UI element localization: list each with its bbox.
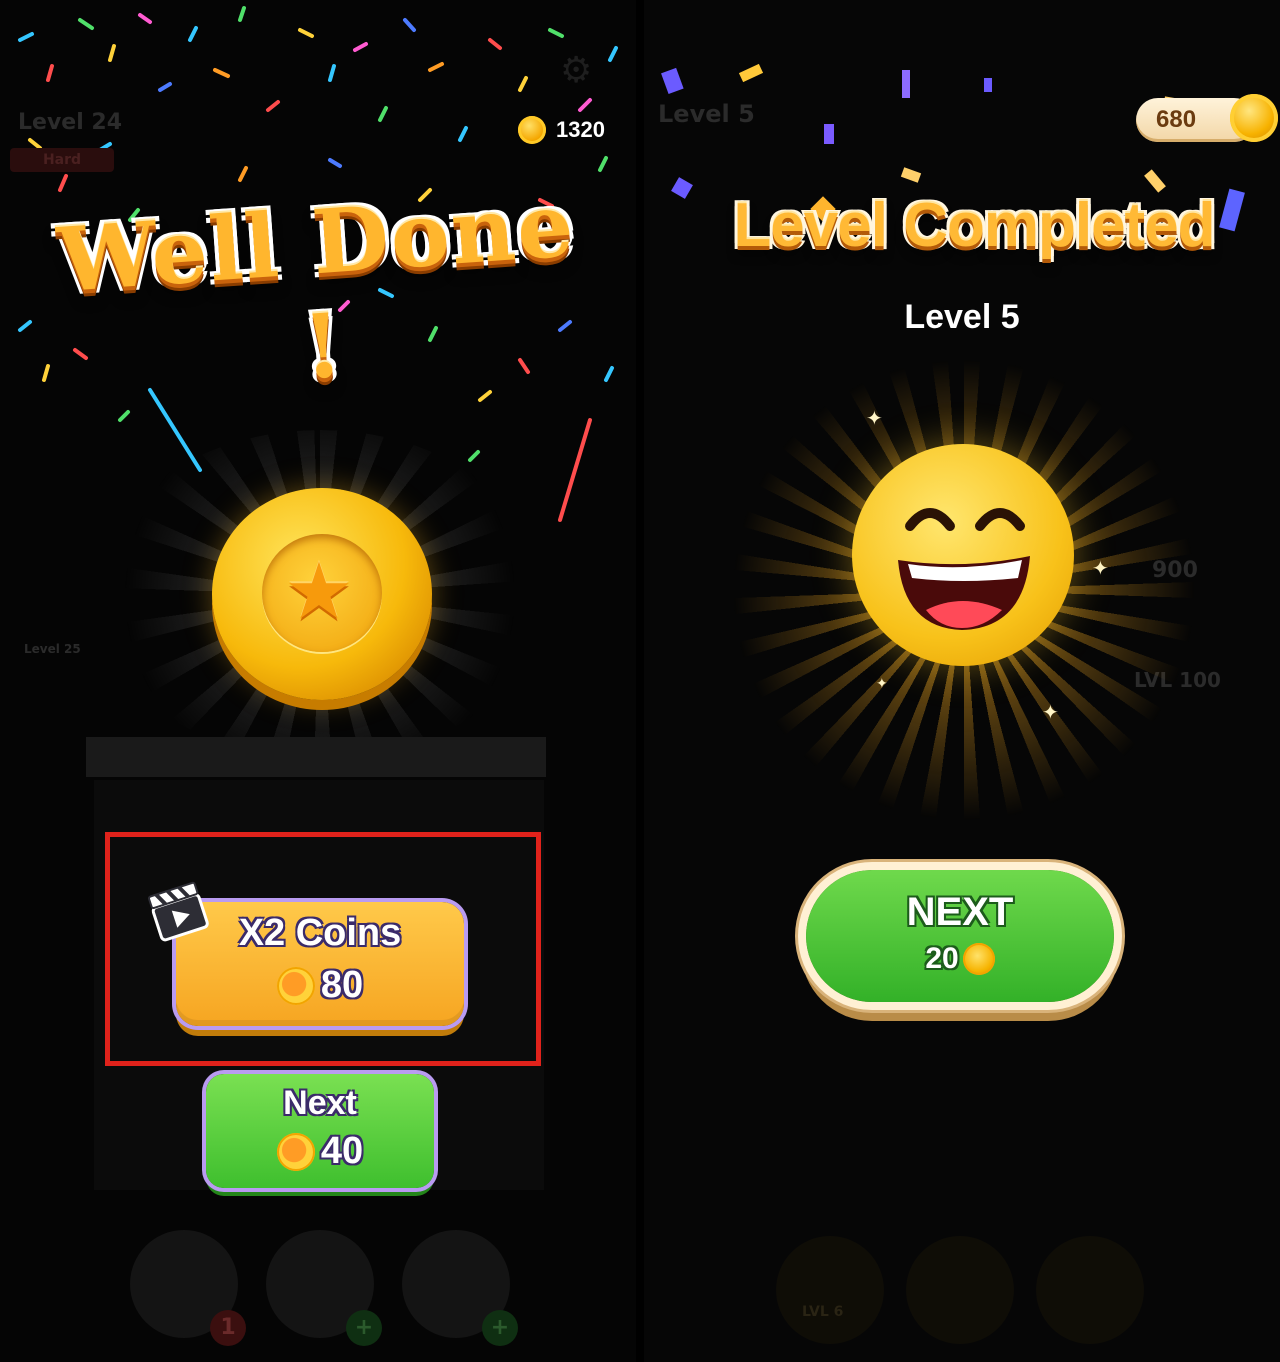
faded-difficulty-badge: Hard — [10, 148, 114, 172]
faded-next-level-label: Level 25 — [24, 642, 81, 656]
coin-counter: 1320 — [518, 116, 605, 144]
star-icon: ★ — [284, 547, 354, 637]
tool-add-badge: + — [346, 1310, 382, 1346]
coin-icon — [518, 116, 546, 144]
coin-counter-value: 1320 — [556, 117, 605, 142]
locked-slot-3 — [1036, 1236, 1144, 1344]
locked-slot-2 — [906, 1236, 1014, 1344]
locked-slot-1 — [776, 1236, 884, 1344]
next-button[interactable]: Next 40 — [206, 1074, 434, 1188]
settings-gear-icon[interactable]: ⚙ — [560, 50, 592, 91]
well-done-headline: Well Done ! — [54, 172, 579, 400]
level-label: Level 5 — [904, 298, 1020, 336]
highlight-box — [105, 832, 541, 1066]
tool-badge: 1 — [210, 1310, 246, 1346]
level-completed-screen: Level 5 900 LVL 100 680 Level Completed … — [644, 0, 1280, 1362]
sparkle-icon: ✦ — [866, 406, 883, 430]
sparkle-icon: ✦ — [1092, 556, 1109, 580]
coin-counter: 680 — [1136, 94, 1278, 142]
faded-level-label: Level 5 — [658, 100, 755, 128]
coin-icon — [276, 1132, 315, 1171]
coin-counter-value: 680 — [1156, 106, 1197, 133]
level-completed-headline: Level Completed — [733, 191, 1215, 260]
locked-slot-label: LVL 6 — [802, 1304, 844, 1320]
well-done-screen: ⚙ Level 24 Hard Level 25 1320 Well Done … — [0, 0, 636, 1362]
faded-level-label: Level 24 — [18, 110, 123, 135]
coin-icon — [1230, 94, 1278, 142]
smiling-emoji-icon — [852, 444, 1074, 666]
star-coin-icon: ★ — [212, 488, 432, 700]
coin-icon — [962, 943, 995, 975]
sparkle-icon: ✦ — [876, 676, 888, 692]
next-label: Next — [283, 1084, 357, 1122]
next-amount: 20 — [925, 942, 959, 975]
shelf-divider — [86, 737, 546, 777]
next-label: NEXT — [906, 890, 1014, 934]
next-amount: 40 — [320, 1130, 364, 1172]
tool-add-badge: + — [482, 1310, 518, 1346]
next-button[interactable]: NEXT 20 — [806, 870, 1114, 1002]
sparkle-icon: ✦ — [1042, 700, 1059, 724]
